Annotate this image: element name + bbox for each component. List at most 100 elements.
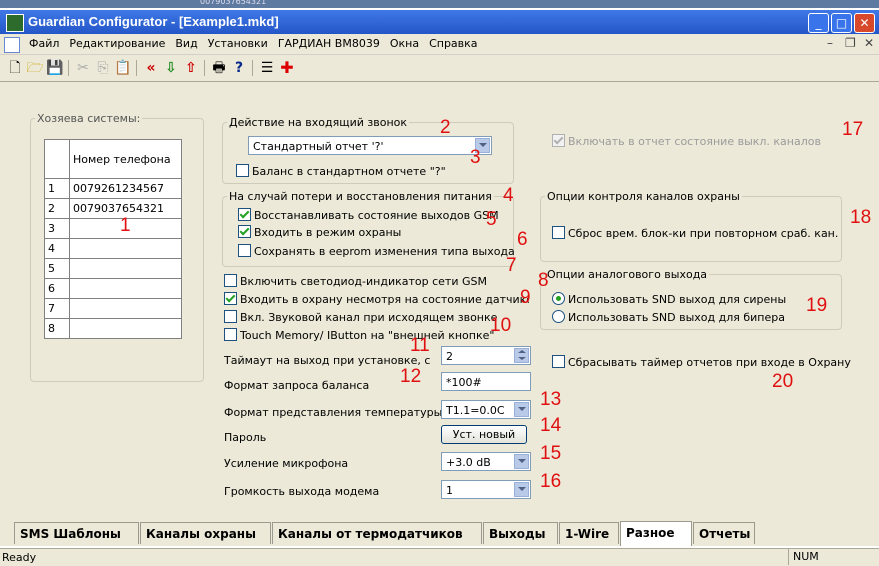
menu-view[interactable]: Вид (170, 34, 202, 54)
table-row[interactable]: 7 (44, 298, 182, 319)
checkbox-box[interactable] (224, 292, 237, 305)
menu-windows[interactable]: Окна (385, 34, 424, 54)
open-folder-icon[interactable]: 🗁 (26, 59, 44, 77)
tab-outputs[interactable]: Выходы (483, 522, 558, 544)
modem-volume-select[interactable]: 1 (441, 480, 531, 499)
save-eeprom-checkbox[interactable]: Сохранять в eeprom изменения типа выхода (238, 244, 515, 259)
app-icon (6, 14, 24, 32)
mic-gain-select[interactable]: +3.0 dB (441, 452, 531, 471)
exit-timeout-spinner[interactable]: 2 (441, 346, 531, 365)
tab-1-wire[interactable]: 1-Wire (559, 522, 619, 544)
mdi-minimize-icon[interactable]: – (827, 36, 833, 50)
gsm-led-label: Включить светодиод-индикатор сети GSM (240, 275, 487, 288)
print-icon[interactable]: 🖶 (210, 59, 228, 77)
document-icon[interactable] (4, 37, 20, 53)
menu-edit[interactable]: Редактирование (64, 34, 170, 54)
table-row[interactable]: 2 0079037654321 (44, 198, 182, 219)
mdi-restore-icon[interactable]: ❐ (845, 36, 856, 50)
checkbox-box[interactable] (552, 134, 565, 147)
snd-beeper-radio[interactable]: Использовать SND выход для бипера (552, 310, 785, 325)
table-row[interactable]: 5 (44, 258, 182, 279)
maximize-button[interactable]: □ (831, 13, 852, 33)
annotation-number: 13 (540, 389, 562, 410)
menu-help[interactable]: Справка (424, 34, 482, 54)
table-row[interactable]: 6 (44, 278, 182, 299)
checkbox-box[interactable] (224, 328, 237, 341)
checkbox-box[interactable] (552, 355, 565, 368)
options-icon[interactable]: ☰ (258, 59, 276, 77)
copy-icon[interactable]: ⎘ (94, 59, 112, 77)
phone-cell[interactable] (69, 318, 182, 339)
phone-cell[interactable] (69, 238, 182, 259)
restore-outputs-checkbox[interactable]: Восстанавливать состояние выходов GSM (238, 208, 499, 223)
arm-mode-checkbox[interactable]: Входить в режим охраны (238, 225, 401, 240)
rewind-icon[interactable]: « (142, 59, 160, 77)
new-file-icon[interactable]: 🗋 (6, 59, 24, 77)
tab-reports[interactable]: Отчеты (693, 522, 755, 544)
chevron-down-icon[interactable] (514, 454, 529, 469)
chevron-down-icon[interactable] (514, 402, 529, 417)
balance-format-input[interactable]: *100# (441, 372, 531, 391)
annotation-number: 6 (517, 229, 528, 250)
voice-channel-checkbox[interactable]: Вкл. Звуковой канал при исходящем звонке (224, 310, 497, 325)
set-password-button[interactable]: Уст. новый (441, 425, 527, 444)
save-icon[interactable]: 💾 (46, 59, 64, 77)
checkbox-box[interactable] (552, 226, 565, 239)
tab-sms-templates[interactable]: SMS Шаблоны (14, 522, 139, 544)
background-window-strip: 0079037654321 (0, 0, 879, 8)
touch-memory-checkbox[interactable]: Touch Memory/ IButton на "внешней кнопке… (224, 328, 494, 343)
table-corner-cell (44, 139, 70, 179)
download-icon[interactable]: ⇩ (162, 59, 180, 77)
snd-siren-radio[interactable]: Использовать SND выход для сирены (552, 292, 786, 307)
incoming-call-select[interactable]: Стандартный отчет '?' (248, 136, 492, 155)
phone-cell[interactable]: 0079261234567 (69, 178, 182, 199)
help-icon[interactable]: ? (230, 59, 248, 77)
temp-format-select[interactable]: T1.1=0.0C (441, 400, 531, 419)
phone-cell[interactable] (69, 258, 182, 279)
table-header-row: Номер телефона (44, 139, 182, 179)
reset-timer-checkbox[interactable]: Сбрасывать таймер отчетов при входе в Ох… (552, 355, 851, 370)
spin-arrows-icon[interactable] (514, 348, 529, 363)
cut-icon[interactable]: ✂ (74, 59, 92, 77)
arm-despite-checkbox[interactable]: Входить в охрану несмотря на состояние д… (224, 292, 529, 307)
radio-button[interactable] (552, 310, 565, 323)
checkbox-box[interactable] (238, 244, 251, 257)
table-row[interactable]: 3 (44, 218, 182, 239)
checkbox-box[interactable] (224, 310, 237, 323)
balance-in-report-checkbox[interactable]: Баланс в стандартном отчете "?" (236, 164, 446, 179)
tab-security-channels[interactable]: Каналы охраны (140, 522, 271, 544)
annotation-number: 10 (490, 315, 512, 336)
paste-icon[interactable]: 📋 (114, 59, 132, 77)
medical-cross-icon[interactable]: ✚ (278, 59, 296, 77)
toolbar: 🗋 🗁 💾 ✂ ⎘ 📋 « ⇩ ⇧ 🖶 ? ☰ ✚ (0, 55, 879, 82)
checkbox-box[interactable] (238, 208, 251, 221)
tab-misc[interactable]: Разное (620, 521, 692, 546)
menu-file[interactable]: Файл (24, 34, 64, 54)
menu-device[interactable]: ГАРДИАН ВМ8039 (273, 34, 385, 54)
checkbox-box[interactable] (238, 225, 251, 238)
table-row[interactable]: 4 (44, 238, 182, 259)
upload-icon[interactable]: ⇧ (182, 59, 200, 77)
title-bar: Guardian Configurator - [Example1.mkd] _… (0, 10, 879, 34)
close-button[interactable]: ✕ (854, 13, 875, 33)
minimize-button[interactable]: _ (808, 13, 829, 33)
temp-format-value: T1.1=0.0C (446, 404, 505, 417)
chevron-down-icon[interactable] (514, 482, 529, 497)
phone-cell[interactable] (69, 278, 182, 299)
phone-cell[interactable] (69, 298, 182, 319)
menu-settings[interactable]: Установки (203, 34, 273, 54)
checkbox-box[interactable] (236, 164, 249, 177)
table-row[interactable]: 8 (44, 318, 182, 339)
reset-block-checkbox[interactable]: Сброс врем. блок-ки при повторном сраб. … (552, 226, 838, 241)
tab-thermo-channels[interactable]: Каналы от термодатчиков (272, 522, 482, 544)
mdi-close-icon[interactable]: ✕ (864, 36, 874, 50)
checkbox-box[interactable] (224, 274, 237, 287)
radio-button[interactable] (552, 292, 565, 305)
gsm-led-checkbox[interactable]: Включить светодиод-индикатор сети GSM (224, 274, 487, 289)
row-number: 3 (44, 218, 70, 239)
row-number: 5 (44, 258, 70, 279)
mic-gain-value: +3.0 dB (446, 456, 491, 469)
include-off-channels-checkbox[interactable]: Включать в отчет состояние выкл. каналов (552, 134, 821, 149)
table-row[interactable]: 1 0079261234567 (44, 178, 182, 199)
mic-gain-label: Усиление микрофона (224, 457, 349, 470)
